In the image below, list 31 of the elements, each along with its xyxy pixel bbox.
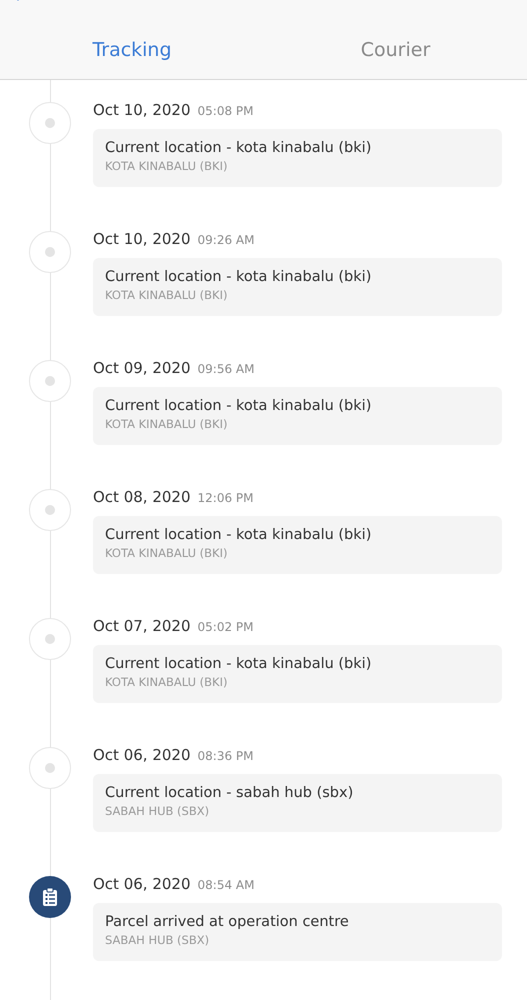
- event-time: 08:36 PM: [198, 749, 254, 763]
- event-location: SABAH HUB (SBX): [105, 933, 210, 947]
- event-time: 09:26 AM: [198, 233, 254, 247]
- tab[interactable]: Tracking: [0, 39, 264, 61]
- event-title: Current location - kota kinabalu (bki): [105, 269, 372, 285]
- event-date: Oct 09, 2020: [93, 359, 190, 377]
- event-location: KOTA KINABALU (BKI): [105, 546, 228, 560]
- event-location: SABAH HUB (SBX): [105, 804, 210, 818]
- event-time: 12:06 PM: [198, 491, 254, 505]
- event-time: 05:02 PM: [198, 620, 254, 634]
- event-title: Current location - kota kinabalu (bki): [105, 656, 372, 672]
- event-date: Oct 06, 2020: [93, 746, 190, 764]
- event-date: Oct 07, 2020: [93, 617, 190, 635]
- event-date: Oct 10, 2020: [93, 230, 190, 248]
- event-date: Oct 08, 2020: [93, 488, 190, 506]
- event-location: KOTA KINABALU (BKI): [105, 675, 228, 689]
- event-time: 09:56 AM: [198, 362, 254, 376]
- event-location: KOTA KINABALU (BKI): [105, 288, 228, 302]
- event-location: KOTA KINABALU (BKI): [105, 417, 228, 431]
- event-title: Parcel arrived at operation centre: [105, 914, 350, 930]
- event-time: 08:54 AM: [198, 878, 254, 892]
- event-date: Oct 06, 2020: [93, 875, 190, 893]
- event-title: Current location - kota kinabalu (bki): [105, 398, 372, 414]
- event-title: Current location - kota kinabalu (bki): [105, 527, 372, 543]
- clipboard-icon: [29, 876, 71, 918]
- event-date: Oct 10, 2020: [93, 101, 190, 119]
- event-title: Current location - kota kinabalu (bki): [105, 140, 372, 156]
- event-time: 05:08 PM: [198, 104, 254, 118]
- event-location: KOTA KINABALU (BKI): [105, 159, 228, 173]
- tab[interactable]: Courier: [264, 39, 527, 61]
- event-title: Current location - sabah hub (sbx): [105, 785, 354, 801]
